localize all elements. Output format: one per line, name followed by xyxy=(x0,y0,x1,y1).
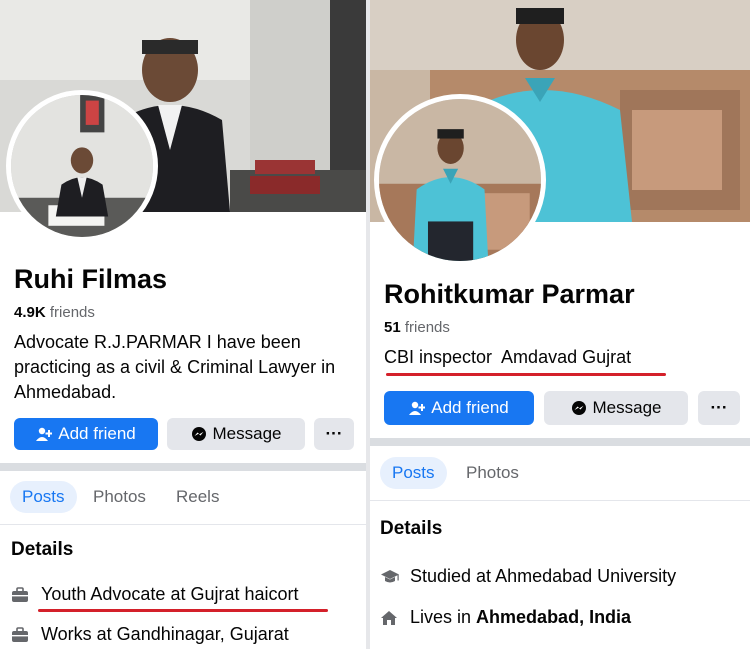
annotation-underline xyxy=(38,609,328,612)
profile-avatar[interactable] xyxy=(374,94,546,266)
tab-posts[interactable]: Posts xyxy=(380,457,447,489)
profile-avatar[interactable] xyxy=(6,90,158,242)
residence-location[interactable]: Ahmedabad, India xyxy=(476,607,631,628)
detail-education-text: Studied at Ahmedabad University xyxy=(410,566,677,586)
graduation-cap-icon xyxy=(380,567,400,587)
add-friend-label: Add friend xyxy=(431,398,509,417)
add-friend-button[interactable]: Add friend xyxy=(384,391,534,425)
add-friend-button[interactable]: Add friend xyxy=(14,418,158,450)
residence-prefix: Lives in xyxy=(410,607,477,627)
friends-number: 51 xyxy=(384,319,401,336)
detail-work-text: Works at Gandhinagar, Gujarat xyxy=(41,624,289,644)
add-friend-icon xyxy=(36,427,53,441)
more-options-button[interactable]: ··· xyxy=(314,418,354,450)
more-options-icon: ··· xyxy=(710,398,728,417)
detail-work-2: Works at Gandhinagar, Gujarat xyxy=(11,624,289,645)
section-divider xyxy=(370,438,750,446)
friends-count[interactable]: 51 friends xyxy=(384,319,450,336)
detail-work-1: Youth Advocate at Gujrat haicort xyxy=(11,584,299,605)
message-label: Message xyxy=(212,424,282,443)
profile-bio: Advocate R.J.PARMAR I have been practici… xyxy=(14,332,336,402)
tab-photos[interactable]: Photos xyxy=(93,487,146,507)
profile-name: Ruhi Filmas xyxy=(14,264,168,294)
tab-reels[interactable]: Reels xyxy=(176,487,219,507)
details-heading: Details xyxy=(11,539,74,560)
more-options-icon: ··· xyxy=(325,424,343,443)
detail-work-text: Youth Advocate at Gujrat haicort xyxy=(41,584,299,604)
tab-posts[interactable]: Posts xyxy=(10,481,77,513)
detail-residence: Lives in Ahmedabad, India xyxy=(380,607,631,628)
profile-name: Rohitkumar Parmar xyxy=(384,279,635,309)
tabs-separator xyxy=(370,500,750,501)
profile-bio: CBI inspector Amdavad Gujrat xyxy=(384,347,632,367)
friends-label: friends xyxy=(404,319,450,336)
tab-photos[interactable]: Photos xyxy=(466,463,519,483)
annotation-underline xyxy=(386,373,666,376)
friends-label: friends xyxy=(49,304,95,321)
add-friend-label: Add friend xyxy=(58,424,136,443)
message-label: Message xyxy=(592,398,662,417)
message-button[interactable]: Message xyxy=(167,418,305,450)
messenger-icon xyxy=(571,400,587,416)
add-friend-icon xyxy=(409,401,426,415)
more-options-button[interactable]: ··· xyxy=(698,391,740,425)
messenger-icon xyxy=(191,426,207,442)
right-profile-panel: Rohitkumar Parmar 51 friends CBI inspect… xyxy=(370,0,750,649)
friends-count[interactable]: 4.9K friends xyxy=(14,304,95,321)
briefcase-icon xyxy=(11,625,31,645)
friends-number: 4.9K xyxy=(14,304,46,321)
tabs-separator xyxy=(0,524,366,525)
detail-education: Studied at Ahmedabad University xyxy=(380,566,676,587)
left-profile-panel: Ruhi Filmas 4.9K friends Advocate R.J.PA… xyxy=(0,0,366,649)
section-divider xyxy=(0,463,366,471)
briefcase-icon xyxy=(11,585,31,605)
details-heading: Details xyxy=(380,518,443,539)
home-icon xyxy=(380,608,400,628)
message-button[interactable]: Message xyxy=(544,391,688,425)
